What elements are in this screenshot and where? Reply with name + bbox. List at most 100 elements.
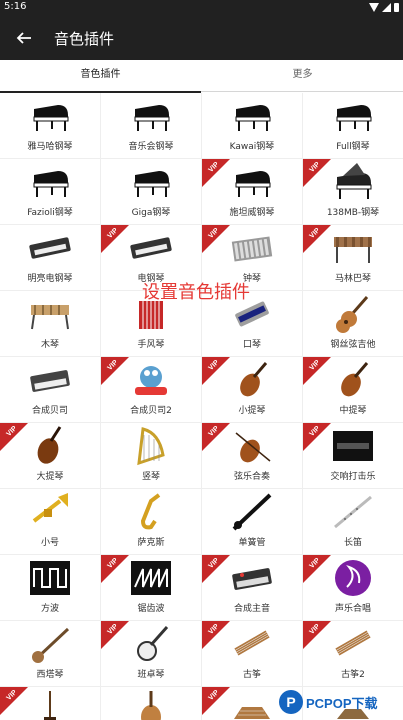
instrument-item[interactable]: Full钢琴 xyxy=(303,93,403,158)
vip-badge-label: VIP xyxy=(207,425,221,438)
status-time: 5:16 xyxy=(4,1,27,12)
instrument-label: 口琴 xyxy=(242,340,261,350)
status-bar: 5:16 xyxy=(0,0,403,16)
keyboard-icon xyxy=(28,227,72,269)
instrument-label: 班卓琴 xyxy=(137,670,165,680)
instrument-label: 合成贝司2 xyxy=(130,406,172,416)
orchestra-logo-icon xyxy=(331,425,375,467)
pipa-icon xyxy=(129,689,173,720)
vip-badge: VIP xyxy=(202,555,230,583)
vip-badge-label: VIP xyxy=(308,425,322,438)
instrument-item[interactable]: 竖琴 xyxy=(101,423,201,488)
flute-icon xyxy=(331,491,375,533)
instrument-item[interactable]: VIP 班卓琴 xyxy=(101,621,201,686)
vip-badge: VIP xyxy=(303,225,331,253)
instrument-label: 弦乐合奏 xyxy=(233,472,270,482)
clarinet-icon xyxy=(230,491,274,533)
back-button[interactable] xyxy=(11,25,37,51)
instrument-label: 声乐合唱 xyxy=(334,604,371,614)
instrument-label: 木琴 xyxy=(40,340,59,350)
instrument-item[interactable]: VIP 大提琴 xyxy=(0,423,100,488)
instrument-item[interactable]: VIP 小提琴 xyxy=(202,357,302,422)
watermark: P PCPOP下载 xyxy=(279,686,401,718)
instrument-item[interactable]: Giga钢琴 xyxy=(101,159,201,224)
instrument-item[interactable]: 雅马哈钢琴 xyxy=(0,93,100,158)
instrument-item[interactable]: VIP 合成贝司2 xyxy=(101,357,201,422)
instrument-item[interactable]: VIP 锯齿波 xyxy=(101,555,201,620)
instrument-item[interactable]: VIP 马林巴琴 xyxy=(303,225,403,290)
vip-badge-label: VIP xyxy=(308,161,322,174)
instrument-label: 雅马哈钢琴 xyxy=(27,142,73,152)
instrument-item[interactable]: 明亮电钢琴 xyxy=(0,225,100,290)
vip-badge: VIP xyxy=(202,687,230,715)
vip-badge: VIP xyxy=(101,555,129,583)
vip-badge: VIP xyxy=(202,423,230,451)
instrument-label: 西塔琴 xyxy=(36,670,64,680)
instrument-item[interactable]: VIP 中提琴 xyxy=(303,357,403,422)
guzheng-icon xyxy=(230,623,274,665)
violin-icon xyxy=(230,359,274,401)
instrument-item[interactable]: VIP 交响打击乐 xyxy=(303,423,403,488)
instrument-item[interactable] xyxy=(101,687,201,720)
violin-icon xyxy=(331,359,375,401)
instrument-label: 马林巴琴 xyxy=(334,274,371,284)
glockenspiel-icon xyxy=(230,227,274,269)
instrument-item[interactable]: VIP xyxy=(0,687,100,720)
instrument-label: 单簧管 xyxy=(238,538,266,548)
vip-badge-label: VIP xyxy=(308,227,322,240)
vip-badge-label: VIP xyxy=(308,557,322,570)
vip-badge: VIP xyxy=(303,423,331,451)
instrument-item[interactable]: 西塔琴 xyxy=(0,621,100,686)
instrument-item[interactable]: VIP 施坦威钢琴 xyxy=(202,159,302,224)
marimba-icon xyxy=(331,227,375,269)
instrument-item[interactable]: Kawai钢琴 xyxy=(202,93,302,158)
vip-badge: VIP xyxy=(101,357,129,385)
instrument-item[interactable]: 合成贝司 xyxy=(0,357,100,422)
instrument-label: Fazioli钢琴 xyxy=(27,208,73,218)
keyboard-icon xyxy=(129,227,173,269)
tab-more[interactable]: 更多 xyxy=(202,60,403,92)
instrument-label: 竖琴 xyxy=(141,472,160,482)
grand-piano-icon xyxy=(331,95,375,137)
harp-icon xyxy=(129,425,173,467)
saxophone-icon xyxy=(129,491,173,533)
vip-badge-label: VIP xyxy=(5,425,19,438)
instrument-item[interactable]: VIP 古筝2 xyxy=(303,621,403,686)
crazy-frog-icon xyxy=(129,359,173,401)
instrument-item[interactable]: 萨克斯 xyxy=(101,489,201,554)
instrument-item[interactable]: VIP 声乐合唱 xyxy=(303,555,403,620)
instrument-item[interactable]: 小号 xyxy=(0,489,100,554)
tab-sound-plugins[interactable]: 音色插件 xyxy=(0,60,201,93)
instrument-label: Kawai钢琴 xyxy=(229,142,275,152)
instrument-item[interactable]: Fazioli钢琴 xyxy=(0,159,100,224)
instrument-item[interactable]: 方波 xyxy=(0,555,100,620)
instrument-label: 施坦威钢琴 xyxy=(229,208,275,218)
instrument-item[interactable]: VIP 古筝 xyxy=(202,621,302,686)
vip-badge: VIP xyxy=(303,555,331,583)
guzheng-icon xyxy=(331,623,375,665)
system-icons xyxy=(369,3,399,12)
vip-badge: VIP xyxy=(202,225,230,253)
instrument-item[interactable]: 音乐会钢琴 xyxy=(101,93,201,158)
grand-piano-icon xyxy=(230,161,274,203)
vip-badge: VIP xyxy=(202,159,230,187)
instrument-item[interactable]: 长笛 xyxy=(303,489,403,554)
tab-label: 音色插件 xyxy=(80,69,121,80)
instrument-item[interactable]: VIP 138MB-钢琴 xyxy=(303,159,403,224)
instrument-item[interactable]: 钢丝弦吉他 xyxy=(303,291,403,356)
vip-badge: VIP xyxy=(202,357,230,385)
instrument-label: 古筝 xyxy=(242,670,261,680)
instrument-grid: 雅马哈钢琴 音乐会钢琴 Kawai钢琴 Full钢琴 Fazioli钢琴 Giga钢琴 VI… xyxy=(0,93,403,720)
sitar-icon xyxy=(28,623,72,665)
instrument-label: Giga钢琴 xyxy=(131,208,171,218)
vip-badge-label: VIP xyxy=(106,359,120,372)
instrument-item[interactable]: VIP 弦乐合奏 xyxy=(202,423,302,488)
erhu-icon xyxy=(28,689,72,720)
instrument-item[interactable]: 单簧管 xyxy=(202,489,302,554)
instrument-item[interactable]: VIP 合成主音 xyxy=(202,555,302,620)
instrument-label: 138MB-钢琴 xyxy=(326,208,380,218)
vip-badge-label: VIP xyxy=(106,623,120,636)
wifi-icon xyxy=(369,3,379,12)
instrument-item[interactable]: 木琴 xyxy=(0,291,100,356)
tab-label: 更多 xyxy=(292,69,313,80)
